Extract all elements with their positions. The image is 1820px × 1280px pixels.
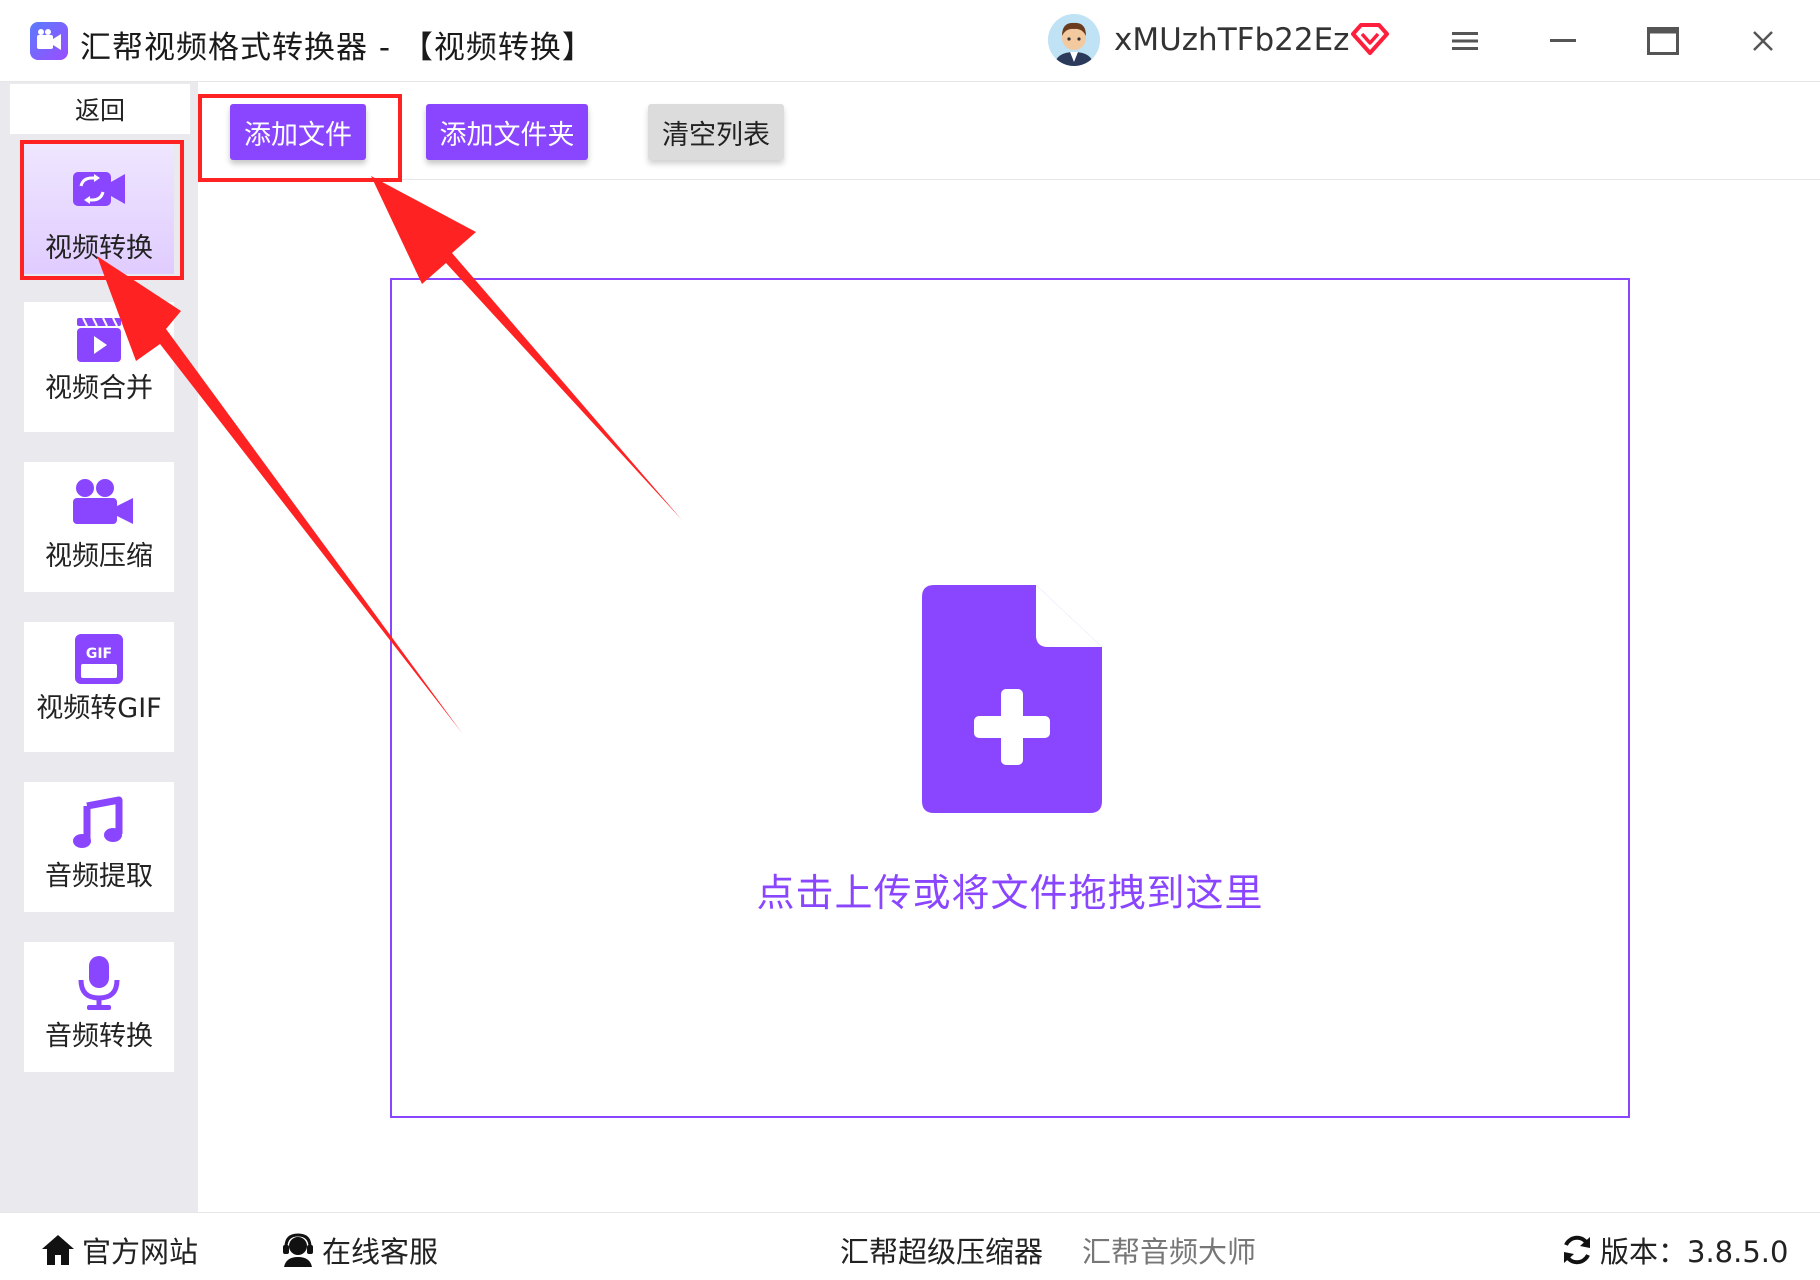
app-window: 汇帮视频格式转换器 - 【视频转换】 xMUzhTFb22Ez 返回 视频转换 …	[0, 0, 1820, 1280]
title-bar: 汇帮视频格式转换器 - 【视频转换】 xMUzhTFb22Ez	[0, 0, 1820, 82]
video-compress-icon	[71, 478, 133, 528]
sidebar-item-video-merge[interactable]: 视频合并	[24, 302, 174, 432]
version-info[interactable]: 版本：3.8.5.0	[1560, 1229, 1788, 1271]
footer-bar: 官方网站 在线客服 汇帮超级压缩器 汇帮音频大师 版本：3.8.5.0	[0, 1212, 1820, 1280]
online-support-label: 在线客服	[322, 1235, 439, 1269]
sidebar-item-video-compress[interactable]: 视频压缩	[24, 462, 174, 592]
refresh-icon	[1564, 1235, 1590, 1265]
sidebar-item-label: 视频转GIF	[36, 693, 162, 724]
sidebar-item-label: 视频合并	[45, 373, 153, 404]
video-merge-icon	[71, 314, 127, 364]
sidebar: 返回 视频转换 视频合并 视频压缩 GIF 视频转GIF 音频提取 音频转换	[0, 82, 198, 1212]
sidebar-item-audio-convert[interactable]: 音频转换	[24, 942, 174, 1072]
sidebar-item-label: 视频转换	[45, 233, 153, 264]
menu-icon[interactable]	[1440, 18, 1490, 64]
username-label: xMUzhTFb22Ez	[1114, 22, 1350, 58]
drop-hint-text: 点击上传或将文件拖拽到这里	[756, 871, 1264, 915]
add-folder-button[interactable]: 添加文件夹	[426, 104, 588, 160]
customer-service-icon	[283, 1233, 313, 1267]
video-convert-icon	[71, 164, 127, 214]
home-icon	[42, 1235, 74, 1265]
minimize-icon[interactable]	[1538, 18, 1588, 64]
user-avatar[interactable]	[1048, 14, 1100, 66]
sidebar-item-audio-extract[interactable]: 音频提取	[24, 782, 174, 912]
online-support-link[interactable]: 在线客服	[280, 1229, 438, 1271]
audio-master-link[interactable]: 汇帮音频大师	[1082, 1229, 1256, 1271]
toolbar: 添加文件 添加文件夹 清空列表	[198, 82, 1820, 180]
add-file-button[interactable]: 添加文件	[230, 104, 366, 160]
microphone-icon	[71, 954, 127, 1010]
maximize-icon[interactable]	[1638, 18, 1688, 64]
sidebar-item-label: 视频压缩	[45, 541, 153, 572]
file-drop-zone[interactable]: 点击上传或将文件拖拽到这里	[390, 278, 1630, 1118]
close-icon[interactable]	[1738, 18, 1788, 64]
sidebar-item-video-to-gif[interactable]: GIF 视频转GIF	[24, 622, 174, 752]
official-website-link[interactable]: 官方网站	[40, 1229, 198, 1271]
back-button[interactable]: 返回	[10, 84, 190, 134]
file-add-icon	[922, 585, 1102, 813]
official-website-label: 官方网站	[82, 1235, 199, 1269]
gif-icon: GIF	[71, 632, 127, 684]
sidebar-item-label: 音频提取	[45, 861, 153, 892]
window-title: 汇帮视频格式转换器 - 【视频转换】	[80, 30, 594, 66]
sidebar-item-label: 音频转换	[45, 1021, 153, 1052]
vip-diamond-icon[interactable]	[1350, 22, 1390, 56]
sidebar-item-video-convert[interactable]: 视频转换	[24, 144, 174, 274]
clear-list-button[interactable]: 清空列表	[648, 104, 784, 160]
music-note-icon	[71, 796, 127, 848]
version-label: 版本：3.8.5.0	[1600, 1235, 1789, 1269]
app-logo-icon	[30, 22, 68, 60]
super-compressor-link[interactable]: 汇帮超级压缩器	[840, 1229, 1043, 1271]
svg-text:GIF: GIF	[86, 646, 112, 662]
